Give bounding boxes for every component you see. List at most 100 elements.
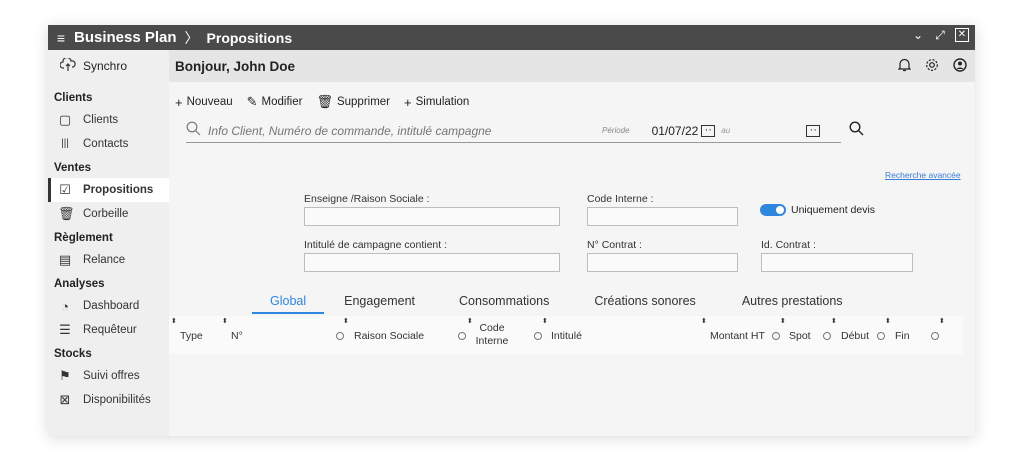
- tab-autres-prestations[interactable]: Autres prestations: [714, 294, 861, 314]
- cloud-sync-icon: [59, 56, 76, 75]
- topbar-icons: [897, 58, 967, 75]
- sort-icon[interactable]: ⬍: [885, 317, 891, 325]
- sidebar-item-propositions[interactable]: ☑ Propositions: [48, 178, 169, 202]
- table-header: ⬍ Type ⬍ N° ⬍ Raison Sociale ⬍ Code Inte…: [169, 316, 963, 354]
- toolbar: + Nouveau ✎ Modifier 🗑 Supprimer + Simul…: [175, 94, 469, 110]
- sidebar-item-label: Suivi offres: [83, 370, 140, 382]
- filter-icon[interactable]: [823, 332, 831, 340]
- section-title-clients: Clients: [54, 92, 93, 104]
- sort-icon[interactable]: ⬍: [222, 317, 228, 325]
- section-title-reglement: Règlement: [54, 232, 113, 244]
- sort-icon[interactable]: ⬍: [939, 317, 945, 325]
- synchro-label: Synchro: [83, 59, 128, 73]
- sidebar-item-label: Contacts: [83, 138, 129, 150]
- synchro-button[interactable]: Synchro: [48, 50, 169, 82]
- search-input[interactable]: [208, 123, 588, 138]
- sidebar-item-suivi-offres[interactable]: ⚑ Suivi offres: [48, 364, 169, 388]
- simulation-button[interactable]: + Simulation: [404, 94, 469, 110]
- greeting: Bonjour, John Doe: [175, 58, 295, 74]
- filter-icon[interactable]: [336, 332, 344, 340]
- uniquement-devis-label: Uniquement devis: [791, 204, 876, 216]
- sliders-icon: ☰: [59, 322, 71, 337]
- sidebar-item-corbeille[interactable]: 🗑 Corbeille: [48, 202, 169, 226]
- calendar-x-icon: ⊠: [59, 392, 71, 407]
- breadcrumb-separator: 〉: [184, 29, 199, 46]
- toggle-switch[interactable]: [760, 204, 786, 216]
- calendar-icon[interactable]: ··: [806, 124, 821, 137]
- filter-icon[interactable]: [772, 332, 780, 340]
- search-submit-icon[interactable]: [849, 121, 864, 140]
- uniquement-devis-toggle[interactable]: Uniquement devis: [760, 204, 875, 216]
- date-from-field[interactable]: 01/07/22: [652, 124, 699, 138]
- clipboard-check-icon: ☑: [59, 182, 71, 197]
- sort-icon[interactable]: ⬍: [780, 317, 786, 325]
- bell-icon[interactable]: [897, 58, 912, 75]
- column-header-code-interne[interactable]: Code Interne: [475, 322, 509, 348]
- minimize-icon[interactable]: ⌄: [911, 28, 925, 42]
- sidebar-item-contacts[interactable]: ꔖ Contacts: [48, 132, 169, 156]
- filter-icon[interactable]: [534, 332, 542, 340]
- filter-icon[interactable]: [931, 332, 939, 340]
- tab-creations-sonores[interactable]: Créations sonores: [567, 294, 713, 314]
- column-header-raison-sociale[interactable]: Raison Sociale: [354, 330, 424, 342]
- sidebar-item-dashboard[interactable]: ◔ Dashboard: [48, 294, 169, 318]
- contrat-label: N° Contrat :: [587, 239, 642, 251]
- section-title-ventes: Ventes: [54, 162, 92, 174]
- toggle-knob: [776, 206, 784, 214]
- app-name: Business Plan: [74, 29, 177, 46]
- trash-icon: 🗑: [58, 206, 75, 221]
- sort-icon[interactable]: ⬍: [542, 317, 548, 325]
- sort-icon[interactable]: ⬍: [701, 317, 707, 325]
- sidebar-item-requeteur[interactable]: ☰ Requêteur: [48, 318, 169, 342]
- sort-icon[interactable]: ⬍: [831, 317, 837, 325]
- fullscreen-icon[interactable]: ⤢: [933, 28, 947, 42]
- advanced-search-link[interactable]: Recherche avancée: [885, 170, 961, 180]
- sidebar: Synchro Clients ▢ Clients ꔖ Contacts Ven…: [48, 50, 169, 436]
- sidebar-item-label: Disponibilités: [83, 394, 151, 406]
- hamburger-icon[interactable]: ≡: [48, 30, 74, 46]
- list-icon: ▤: [58, 252, 72, 267]
- column-header-montant-ht[interactable]: Montant HT: [710, 330, 765, 342]
- column-header-intitule[interactable]: Intitulé: [551, 330, 582, 342]
- tab-consommations[interactable]: Consommations: [433, 294, 567, 314]
- column-header-fin[interactable]: Fin: [895, 330, 910, 342]
- column-header-numero[interactable]: N°: [231, 330, 243, 342]
- user-icon[interactable]: [953, 58, 967, 75]
- column-header-debut[interactable]: Début: [841, 330, 869, 342]
- id-contrat-field[interactable]: [761, 253, 913, 272]
- sidebar-item-relance[interactable]: ▤ Relance: [48, 248, 169, 272]
- edit-button[interactable]: ✎ Modifier: [247, 94, 303, 110]
- app-window: ≡ Business Plan 〉 Propositions ⌄ ⤢ ✕ Syn…: [48, 25, 975, 436]
- sort-icon[interactable]: ⬍: [467, 317, 473, 325]
- sidebar-item-clients[interactable]: ▢ Clients: [48, 108, 169, 132]
- intitule-field[interactable]: [304, 253, 560, 272]
- code-interne-label: Code Interne :: [587, 193, 654, 205]
- delete-button[interactable]: 🗑 Supprimer: [316, 94, 390, 110]
- sort-icon[interactable]: ⬍: [343, 317, 349, 325]
- enseigne-field[interactable]: [304, 207, 560, 226]
- calendar-icon[interactable]: ··: [701, 124, 716, 137]
- users-icon: ꔖ: [61, 136, 69, 151]
- close-icon[interactable]: ✕: [955, 28, 969, 42]
- tab-global[interactable]: Global: [252, 294, 325, 314]
- filter-icon[interactable]: [458, 332, 466, 340]
- sidebar-item-label: Corbeille: [83, 208, 129, 220]
- tab-engagement[interactable]: Engagement: [324, 294, 433, 314]
- column-header-type[interactable]: Type: [180, 330, 203, 342]
- gear-icon[interactable]: [925, 58, 939, 75]
- tab-bar: Global Engagement Consommations Création…: [252, 294, 861, 314]
- contrat-field[interactable]: [587, 253, 738, 272]
- sort-icon[interactable]: ⬍: [171, 317, 177, 325]
- top-bar: Bonjour, John Doe: [169, 50, 975, 82]
- code-interne-field[interactable]: [587, 207, 738, 226]
- sidebar-item-disponibilites[interactable]: ⊠ Disponibilités: [48, 388, 169, 412]
- window-controls: ⌄ ⤢ ✕: [911, 28, 969, 42]
- simulation-button-label: Simulation: [415, 96, 470, 108]
- delete-button-label: Supprimer: [336, 96, 391, 108]
- edit-button-label: Modifier: [261, 96, 303, 108]
- filter-icon[interactable]: [877, 332, 885, 340]
- column-header-spot[interactable]: Spot: [789, 330, 811, 342]
- sidebar-item-label: Relance: [83, 254, 126, 266]
- plus-icon: +: [404, 94, 412, 110]
- new-button[interactable]: + Nouveau: [175, 94, 233, 110]
